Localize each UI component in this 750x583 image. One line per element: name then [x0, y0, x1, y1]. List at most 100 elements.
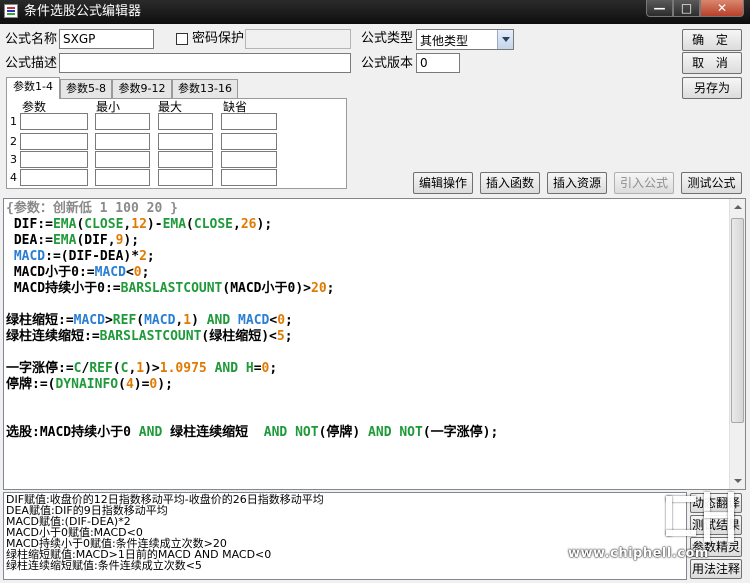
code-token: AND [368, 425, 392, 440]
scrollbar-thumb[interactable] [731, 218, 744, 423]
translation-output[interactable]: DIF赋值:收盘价的12日指数移动平均-收盘价的26日指数移动平均 DEA赋值:D… [3, 492, 687, 580]
code-line[interactable]: MACD:=(DIF-DEA)*2; [6, 249, 730, 265]
param-cell-max[interactable] [158, 113, 213, 130]
code-token: 26 [240, 217, 257, 232]
params-header-name: 参数 [22, 100, 47, 114]
formula-name-input[interactable] [59, 29, 154, 49]
param-cell-max[interactable] [158, 169, 213, 186]
code-line[interactable]: 一字涨停:=C/REF(C,1)>1.0975 AND H=0; [6, 361, 730, 377]
tab-params-5-8[interactable]: 参数5-8 [60, 79, 112, 98]
save-as-button[interactable]: 另存为 [682, 77, 742, 99]
params-header-max: 最大 [158, 100, 183, 114]
code-line[interactable]: 绿柱缩短:=MACD>REF(MACD,1) AND MACD<0; [6, 313, 730, 329]
cancel-button[interactable]: 取 消 [682, 52, 742, 74]
param-row-number: 2 [10, 135, 17, 148]
formula-app-icon [4, 4, 18, 18]
code-line[interactable] [6, 345, 730, 361]
param-cell-max[interactable] [158, 151, 213, 168]
code-token: EMA [52, 217, 77, 232]
code-token: , [233, 217, 241, 232]
chevron-down-icon[interactable] [497, 30, 513, 49]
param-cell-name[interactable] [20, 133, 88, 150]
code-line[interactable] [6, 297, 730, 313]
editor-scrollbar[interactable] [729, 199, 745, 489]
tab-params-13-16[interactable]: 参数13-16 [172, 79, 238, 98]
param-cell-default[interactable] [221, 151, 277, 168]
code-line[interactable] [6, 393, 730, 409]
scroll-up-icon[interactable] [730, 199, 745, 216]
code-line[interactable]: 选股:MACD持续小于0 AND 绿柱连续缩短 AND NOT(停牌) AND … [6, 425, 730, 441]
formula-type-select[interactable]: 其他类型 [416, 29, 514, 50]
password-label: 密码保护 [192, 31, 245, 46]
code-token: (绿柱缩短)< [201, 329, 277, 344]
formula-version-input[interactable] [416, 53, 460, 73]
code-token: DIF:= [6, 217, 53, 232]
code-token: NOT [399, 425, 423, 440]
translation-line: 绿柱连续缩短赋值:条件连续成立次数<5 [6, 559, 202, 572]
code-token: ( [186, 217, 194, 232]
ok-button[interactable]: 确 定 [682, 29, 742, 51]
test-formula-button[interactable]: 测试公式 [681, 172, 742, 194]
params-header-min: 最小 [96, 100, 121, 114]
minimize-button[interactable]: — [646, 0, 673, 17]
param-row-number: 3 [10, 153, 17, 166]
code-line[interactable]: 绿柱连续缩短:=BARSLASTCOUNT(绿柱缩短)<5; [6, 329, 730, 345]
code-line[interactable]: DEA:=EMA(DIF,9); [6, 233, 730, 249]
code-line[interactable]: MACD小于0:=MACD<0; [6, 265, 730, 281]
code-token: MACD [238, 313, 270, 328]
code-token: MACD持续小于0:= [6, 281, 121, 296]
password-checkbox[interactable] [176, 33, 188, 45]
formula-desc-input[interactable] [59, 53, 351, 73]
param-cell-min[interactable] [95, 133, 150, 150]
code-token: 一字涨停:= [6, 361, 74, 376]
code-token: MACD [13, 249, 46, 264]
code-token: BARSLASTCOUNT [120, 281, 223, 296]
edit-operation-button[interactable]: 编辑操作 [413, 172, 473, 194]
maximize-button[interactable]: □ [673, 0, 700, 17]
scroll-down-icon[interactable] [730, 472, 745, 489]
code-token: MACD [73, 313, 105, 328]
param-cell-min[interactable] [95, 169, 150, 186]
code-token: 1.0975 [159, 361, 207, 376]
tab-params-1-4[interactable]: 参数1-4 [6, 77, 60, 99]
title-bar[interactable]: 条件选股公式编辑器 — □ ✕ [0, 0, 750, 24]
code-token: ; [269, 361, 278, 376]
code-line[interactable]: {参数：创新低 1 100 20 } [6, 201, 730, 217]
code-token: ; [326, 281, 335, 296]
code-token: AND [214, 361, 239, 376]
param-cell-min[interactable] [95, 151, 150, 168]
code-token: :=(DIF-DEA)* [45, 249, 140, 264]
close-button[interactable]: ✕ [700, 0, 744, 17]
close-icon: ✕ [716, 1, 728, 15]
code-line[interactable] [6, 409, 730, 425]
param-cell-name[interactable] [20, 151, 88, 168]
usage-notes-button[interactable]: 用法注释 [690, 559, 742, 579]
param-cell-max[interactable] [158, 133, 213, 150]
insert-resource-button[interactable]: 插入资源 [547, 172, 607, 194]
code-token: ( [112, 361, 121, 376]
code-token: 0 [277, 313, 286, 328]
formula-version-label: 公式版本 [361, 56, 414, 71]
code-line[interactable]: 停牌:=(DYNAINFO(4)=0); [6, 377, 730, 393]
maximize-icon: □ [680, 1, 693, 15]
code-editor[interactable]: {参数：创新低 1 100 20 } DIF:=EMA(CLOSE,12)-EM… [3, 198, 746, 490]
import-formula-button[interactable]: 引入公式 [614, 172, 674, 194]
password-input[interactable] [245, 29, 351, 49]
code-token: EMA [52, 233, 77, 248]
param-cell-min[interactable] [95, 113, 150, 130]
code-text[interactable]: {参数：创新低 1 100 20 } DIF:=EMA(CLOSE,12)-EM… [6, 201, 730, 441]
insert-function-button[interactable]: 插入函数 [480, 172, 540, 194]
param-cell-default[interactable] [221, 113, 277, 130]
param-cell-name[interactable] [20, 113, 88, 130]
param-cell-default[interactable] [221, 133, 277, 150]
tab-params-9-12[interactable]: 参数9-12 [112, 79, 172, 98]
param-cell-default[interactable] [221, 169, 277, 186]
code-token: DEA:= [6, 233, 53, 248]
param-cell-name[interactable] [20, 169, 88, 186]
code-line[interactable]: MACD持续小于0:=BARSLASTCOUNT(MACD小于0)>20; [6, 281, 730, 297]
param-row-number: 4 [10, 171, 17, 184]
code-line[interactable]: DIF:=EMA(CLOSE,12)-EMA(CLOSE,26); [6, 217, 730, 233]
